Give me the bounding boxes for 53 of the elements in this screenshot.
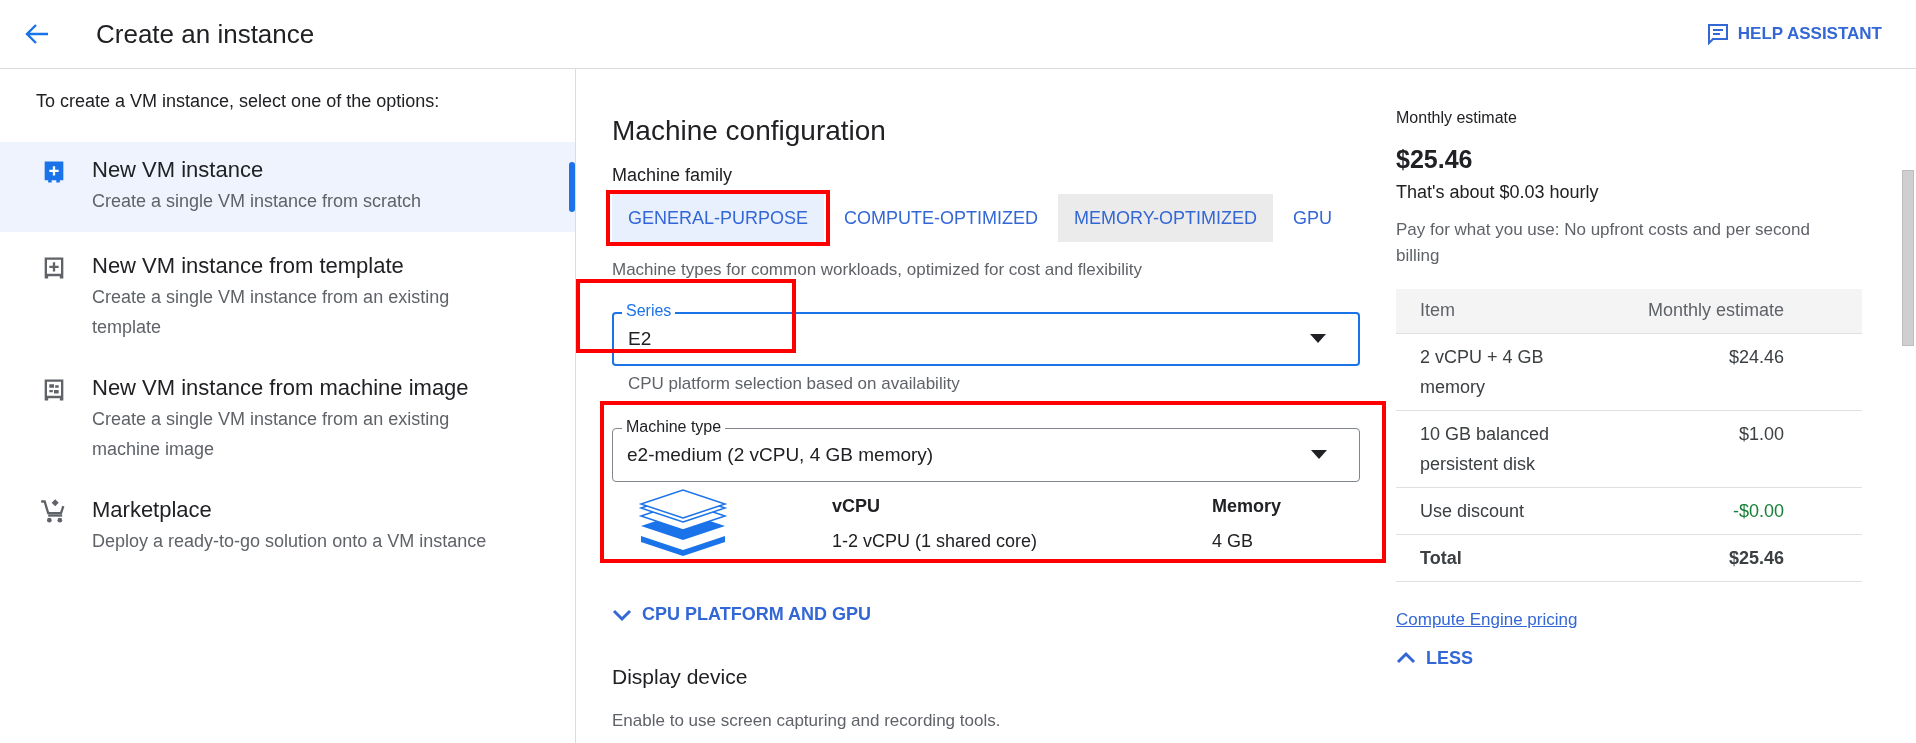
cpu-platform-toggle[interactable]: CPU PLATFORM AND GPU (612, 600, 871, 629)
less-toggle[interactable]: LESS (1396, 643, 1473, 673)
column-header: Item (1396, 289, 1586, 333)
table-cell: 10 GB balanced persistent disk (1396, 410, 1586, 487)
option-title: New VM instance (92, 156, 265, 184)
family-description: Machine types for common workloads, optimized for cost and flexibility (612, 260, 1144, 280)
dropdown-caret-icon (1311, 450, 1327, 460)
column-header: Monthly estimate (1586, 289, 1862, 333)
section-title: Machine configuration (612, 115, 887, 147)
spec-heading: Memory (1212, 496, 1283, 517)
table-cell: $1.00 (1586, 410, 1862, 487)
table-cell: -$0.00 (1586, 487, 1862, 534)
help-assistant-button[interactable]: HELP ASSISTANT (1701, 16, 1886, 52)
field-label: Machine family (612, 165, 734, 186)
section-title: Display device (612, 665, 749, 689)
dropdown-caret-icon (1310, 334, 1326, 344)
family-tab[interactable]: MEMORY-OPTIMIZED (1058, 194, 1274, 242)
spec-value: 4 GB (1212, 531, 1255, 552)
table-cell: $25.46 (1586, 534, 1862, 581)
hourly-estimate: That's about $0.03 hourly (1396, 182, 1600, 203)
table-cell: 2 vCPU + 4 GB memory (1396, 333, 1586, 410)
option-description: Deploy a ready-to-go solution onto a VM instance (92, 530, 487, 553)
selection-indicator (569, 162, 575, 212)
billing-note: Pay for what you use: No upfront costs and per second billing (1396, 219, 1811, 267)
section-description: Enable to use screen capturing and recording tools. (612, 711, 1002, 731)
page-title: Create an instance (96, 18, 316, 50)
option-item[interactable]: New VM instance from template Create a single VM instance from an existing template (0, 238, 575, 352)
chevron-up-icon (1396, 651, 1416, 665)
table-cell: $24.46 (1586, 333, 1862, 410)
option-title: New VM instance from machine image (92, 374, 470, 402)
spec-value: 1-2 vCPU (1 shared core) (832, 531, 1039, 552)
chevron-down-icon (612, 607, 632, 622)
option-title: Marketplace (92, 496, 213, 524)
sidebar-intro: To create a VM instance, select one of the options: (36, 91, 441, 112)
spec-heading: vCPU (832, 496, 881, 517)
back-arrow-icon[interactable] (24, 23, 50, 45)
family-tab[interactable]: GPU (1277, 194, 1349, 242)
table-cell: Total (1396, 534, 1586, 581)
table-cell: Use discount (1396, 487, 1586, 534)
option-description: Create a single VM instance from an existing template (92, 286, 451, 339)
option-item[interactable]: New VM instance Create a single VM instance from scratch (0, 142, 575, 232)
option-description: Create a single VM instance from scratch (92, 190, 422, 213)
option-item[interactable]: Marketplace Deploy a ready-to-go solution onto a VM instance (0, 482, 575, 566)
option-description: Create a single VM instance from an existing machine image (92, 408, 451, 461)
estimate-total: $25.46 (1396, 145, 1474, 174)
family-tab[interactable]: COMPUTE-OPTIMIZED (828, 194, 1055, 242)
series-helper-text: CPU platform selection based on availability (628, 374, 961, 394)
option-title: New VM instance from template (92, 252, 405, 280)
pricing-link[interactable]: Compute Engine pricing (1396, 609, 1578, 630)
chat-icon (1705, 22, 1730, 46)
estimate-title: Monthly estimate (1396, 109, 1518, 127)
option-item[interactable]: New VM instance from machine image Create a single VM instance from an existing machine image (0, 360, 575, 474)
scrollbar-thumb[interactable] (1902, 170, 1914, 346)
